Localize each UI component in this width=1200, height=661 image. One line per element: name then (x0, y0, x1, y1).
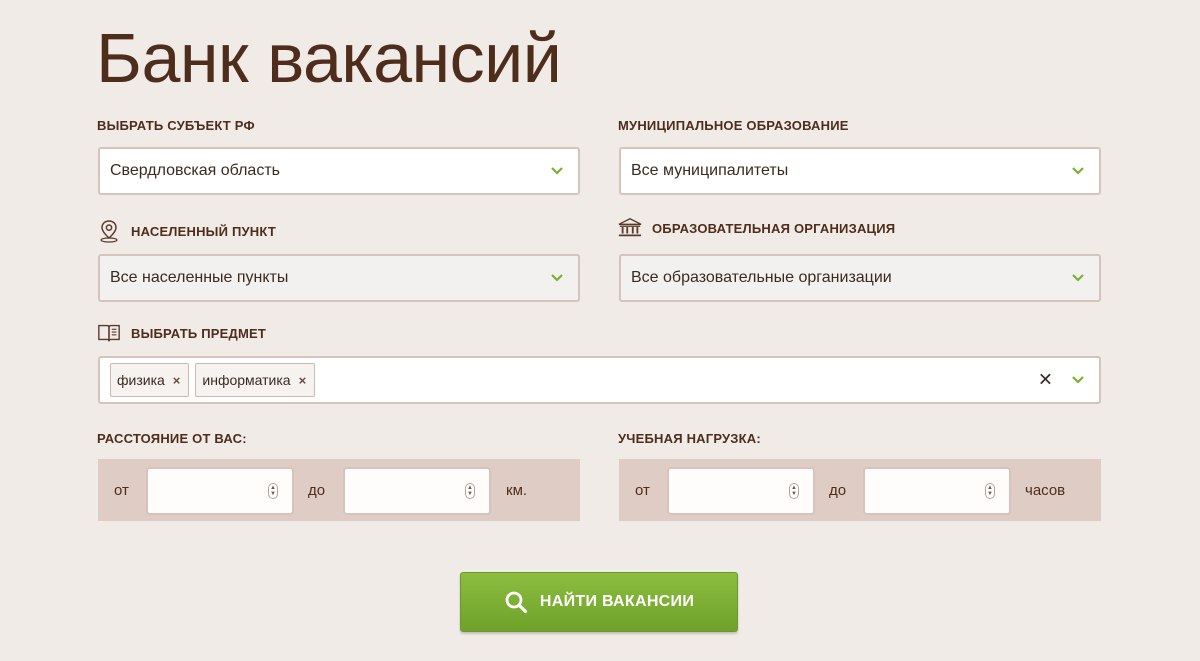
distance-range: от ▲ ▼ до ▲ ▼ км. (98, 459, 580, 521)
subject-tag-label: физика (117, 372, 165, 388)
find-vacancies-button[interactable]: НАЙТИ ВАКАНСИИ (460, 572, 738, 632)
workload-from-input[interactable]: ▲ ▼ (667, 467, 815, 515)
remove-tag-icon[interactable]: × (173, 373, 181, 388)
book-icon (97, 321, 121, 345)
subject-tag: информатика × (195, 363, 316, 397)
municipality-select[interactable]: Все муниципалитеты (619, 147, 1101, 195)
workload-to-label: до (829, 481, 847, 499)
locality-label-text: НАСЕЛЕННЫЙ ПУНКТ (131, 223, 276, 239)
find-vacancies-label: НАЙТИ ВАКАНСИИ (539, 593, 695, 610)
subject-tag-label: информатика (202, 372, 291, 388)
workload-from-label: от (635, 481, 650, 499)
chevron-down-icon (551, 167, 563, 175)
municipality-label: МУНИЦИПАЛЬНОЕ ОБРАЗОВАНИЕ (618, 118, 849, 133)
vacancy-bank-page: Банк вакансий ВЫБРАТЬ СУБЪЕКТ РФ Свердло… (0, 0, 1200, 661)
distance-from-label: от (114, 481, 129, 499)
organization-label-text: ОБРАЗОВАТЕЛЬНАЯ ОРГАНИЗАЦИЯ (652, 220, 896, 236)
distance-label-text: РАССТОЯНИЕ ОТ ВАС: (97, 431, 247, 446)
chevron-down-icon (551, 274, 563, 282)
page-title: Банк вакансий (96, 19, 562, 97)
chevron-down-icon (1072, 167, 1084, 175)
distance-from-input[interactable]: ▲ ▼ (146, 467, 294, 515)
workload-range: от ▲ ▼ до ▲ ▼ часов (619, 459, 1101, 521)
spinner-icon[interactable]: ▲ ▼ (985, 483, 995, 499)
workload-label: УЧЕБНАЯ НАГРУЗКА: (618, 431, 761, 446)
subject-matter-multiselect[interactable]: физика × информатика × ✕ (98, 356, 1101, 404)
workload-to-input[interactable]: ▲ ▼ (863, 467, 1011, 515)
spinner-icon[interactable]: ▲ ▼ (465, 483, 475, 499)
location-pin-icon (97, 219, 121, 243)
organization-select-value: Все образовательные организации (631, 269, 892, 286)
subject-label: ВЫБРАТЬ СУБЪЕКТ РФ (97, 118, 255, 133)
spinner-icon[interactable]: ▲ ▼ (268, 483, 278, 499)
spinner-icon[interactable]: ▲ ▼ (789, 483, 799, 499)
subject-select-value: Свердловская область (110, 162, 280, 179)
search-icon (505, 591, 527, 614)
chevron-down-icon[interactable] (1071, 375, 1085, 385)
organization-select[interactable]: Все образовательные организации (619, 254, 1101, 302)
locality-select-value: Все населенные пункты (110, 269, 289, 286)
locality-label: НАСЕЛЕННЫЙ ПУНКТ (97, 219, 276, 243)
locality-select[interactable]: Все населенные пункты (98, 254, 580, 302)
organization-label: ОБРАЗОВАТЕЛЬНАЯ ОРГАНИЗАЦИЯ (618, 216, 895, 240)
building-columns-icon (618, 216, 642, 240)
chevron-down-icon (1072, 274, 1084, 282)
subject-label-text: ВЫБРАТЬ СУБЪЕКТ РФ (97, 118, 255, 133)
subject-tag: физика × (110, 363, 190, 397)
distance-to-input[interactable]: ▲ ▼ (343, 467, 491, 515)
clear-all-icon[interactable]: ✕ (1038, 370, 1053, 391)
subject-select[interactable]: Свердловская область (98, 147, 580, 195)
remove-tag-icon[interactable]: × (299, 373, 307, 388)
municipality-label-text: МУНИЦИПАЛЬНОЕ ОБРАЗОВАНИЕ (618, 118, 849, 133)
distance-label: РАССТОЯНИЕ ОТ ВАС: (97, 431, 247, 446)
workload-label-text: УЧЕБНАЯ НАГРУЗКА: (618, 431, 761, 446)
subject-matter-label: ВЫБРАТЬ ПРЕДМЕТ (97, 321, 266, 345)
distance-unit: км. (506, 481, 528, 499)
workload-unit: часов (1025, 481, 1066, 499)
distance-to-label: до (308, 481, 326, 499)
subject-matter-label-text: ВЫБРАТЬ ПРЕДМЕТ (131, 325, 267, 341)
municipality-select-value: Все муниципалитеты (631, 162, 789, 179)
